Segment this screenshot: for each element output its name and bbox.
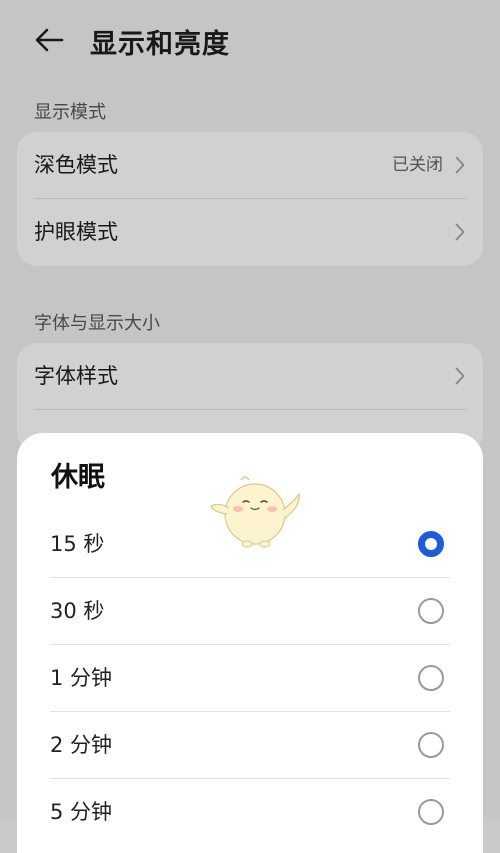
mascot-sticker-icon xyxy=(210,476,300,548)
radio-selected-icon[interactable] xyxy=(418,531,444,557)
radio-unselected-icon[interactable] xyxy=(418,665,444,691)
sleep-option-30s[interactable]: 30 秒 xyxy=(50,578,450,645)
option-label: 30 秒 xyxy=(50,599,105,623)
radio-unselected-icon[interactable] xyxy=(418,598,444,624)
radio-unselected-icon[interactable] xyxy=(418,732,444,758)
option-label: 2 分钟 xyxy=(50,733,113,757)
option-label: 1 分钟 xyxy=(50,666,113,690)
radio-unselected-icon[interactable] xyxy=(418,799,444,825)
sleep-option-2min[interactable]: 2 分钟 xyxy=(50,712,450,779)
sleep-option-1min[interactable]: 1 分钟 xyxy=(50,645,450,712)
option-label: 15 秒 xyxy=(50,532,105,556)
sleep-option-5min[interactable]: 5 分钟 xyxy=(50,779,450,846)
option-label: 5 分钟 xyxy=(50,800,113,824)
dialog-title: 休眠 xyxy=(51,462,105,493)
